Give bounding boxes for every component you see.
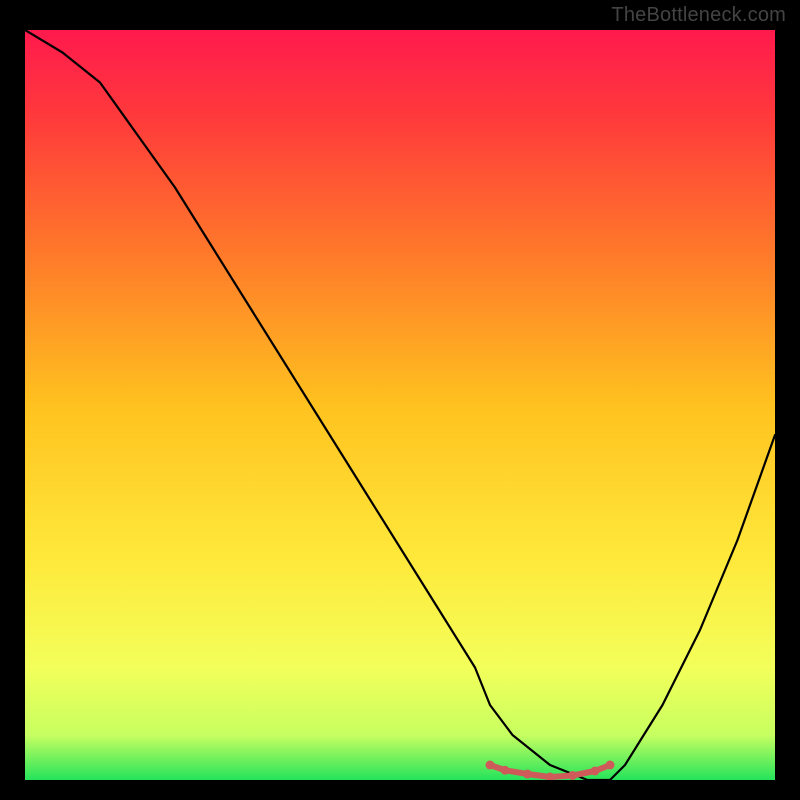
plot-area <box>25 30 775 780</box>
highlight-dot <box>606 761 615 770</box>
chart-svg <box>25 30 775 780</box>
chart-stage: TheBottleneck.com <box>0 0 800 800</box>
watermark-text: TheBottleneck.com <box>611 4 786 27</box>
highlight-dot <box>591 767 600 776</box>
highlight-dot <box>486 761 495 770</box>
gradient-rect <box>25 30 775 780</box>
highlight-dot <box>568 771 577 780</box>
highlight-dot <box>523 770 532 779</box>
highlight-dot <box>501 766 510 775</box>
